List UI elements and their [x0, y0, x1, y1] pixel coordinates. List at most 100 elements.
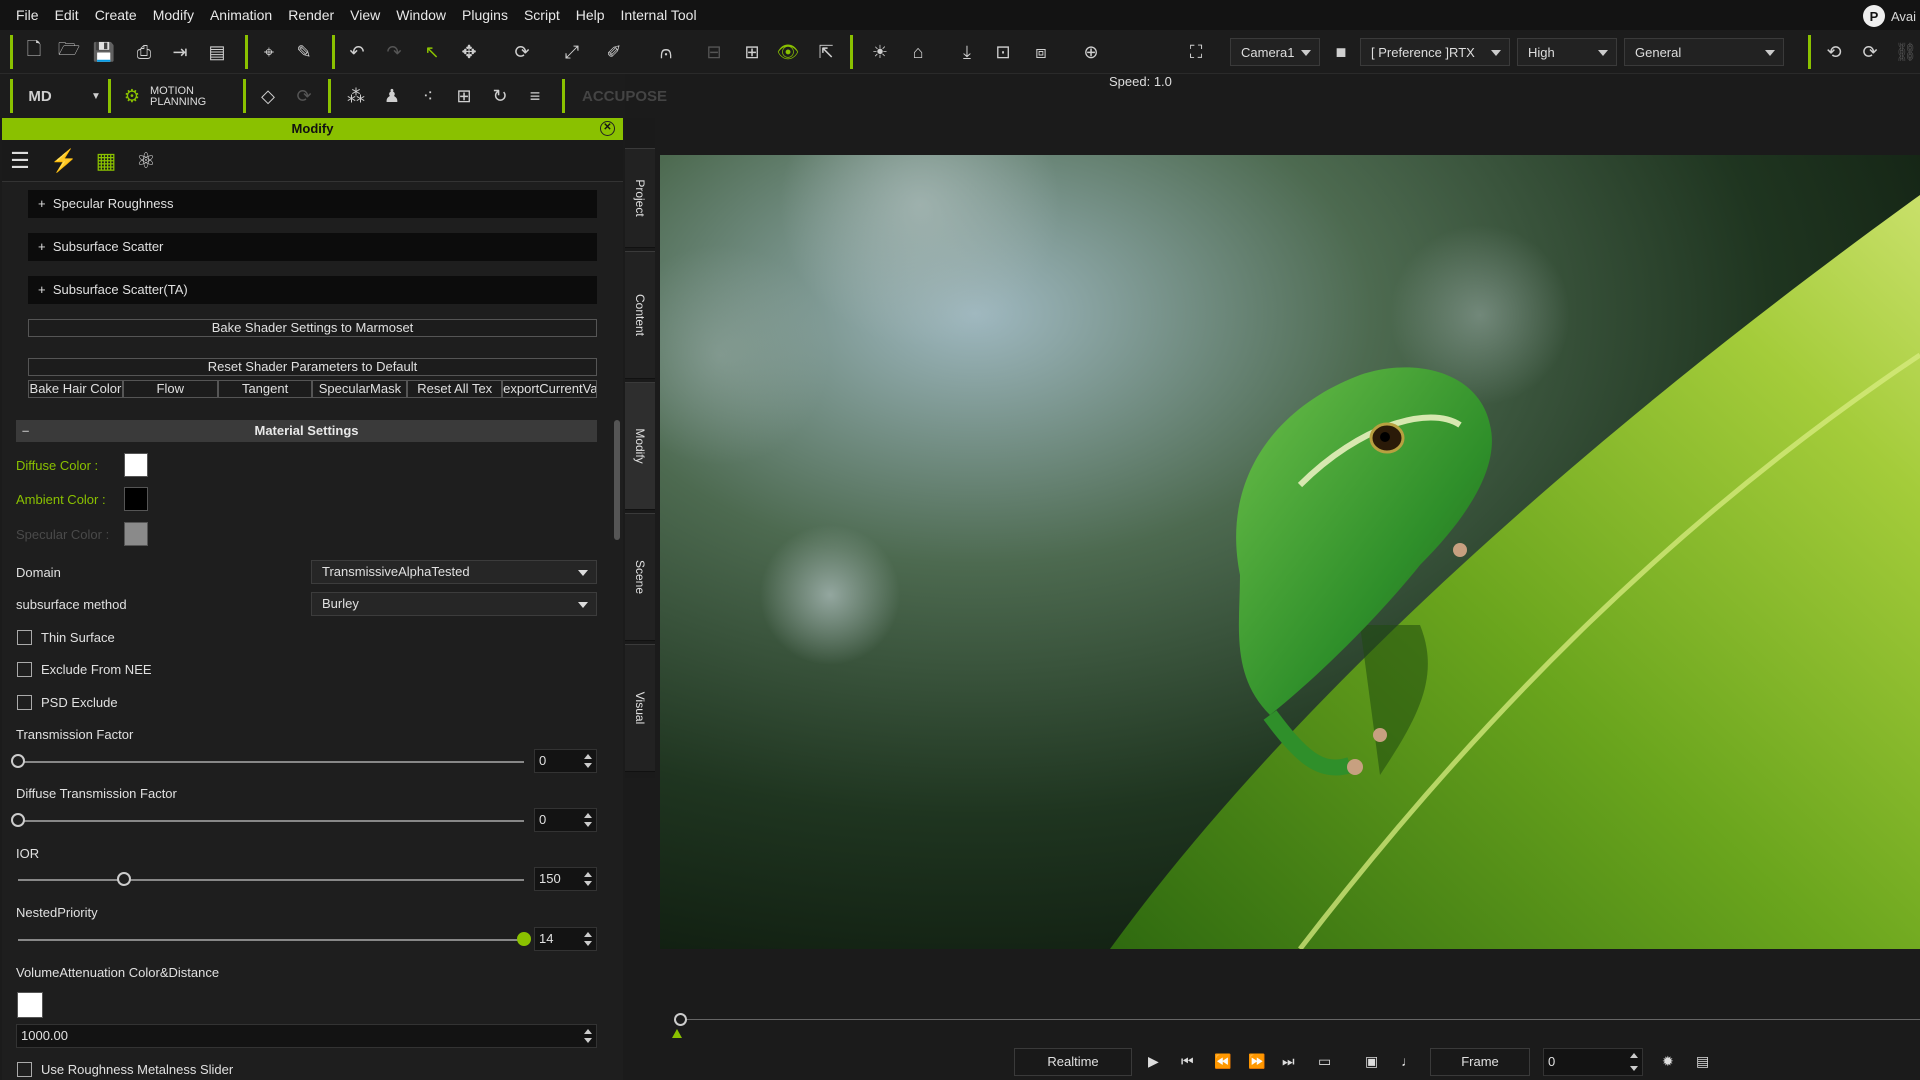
menu-edit[interactable]: Edit	[47, 0, 87, 30]
loop-icon[interactable]: ▭	[1318, 1053, 1331, 1070]
quality-dropdown[interactable]: High	[1517, 38, 1617, 66]
nested-priority-input[interactable]: 14	[534, 927, 597, 951]
motion-icon[interactable]: ⚡	[48, 146, 80, 176]
new-file-icon[interactable]: 🗋	[20, 38, 48, 66]
rotate-icon[interactable]: ⟳	[508, 38, 536, 66]
transmission-factor-input[interactable]: 0	[534, 749, 597, 773]
section-subsurface-scatter-ta[interactable]: + Subsurface Scatter(TA)	[28, 276, 597, 304]
bake-marmoset-button[interactable]: Bake Shader Settings to Marmoset	[28, 319, 597, 337]
frame-number-input[interactable]: 0	[1543, 1048, 1643, 1076]
drop-to-floor-icon[interactable]: ⤓	[953, 38, 981, 66]
reset-shader-button[interactable]: Reset Shader Parameters to Default	[28, 358, 597, 376]
ior-input[interactable]: 150	[534, 867, 597, 891]
magnet-icon[interactable]: ⩀	[652, 38, 680, 66]
realtime-button[interactable]: Realtime	[1014, 1048, 1132, 1076]
flow-button[interactable]: Flow	[122, 380, 218, 398]
diffuse-transmission-knob[interactable]	[11, 813, 25, 827]
move-icon[interactable]: ✥	[455, 38, 483, 66]
nested-priority-knob[interactable]	[517, 932, 531, 946]
menu-window[interactable]: Window	[388, 0, 454, 30]
distribute-icon[interactable]: ⊞	[738, 38, 766, 66]
md-logo-icon[interactable]: MD	[26, 82, 54, 110]
preference-dropdown[interactable]: [ Preference ]RTX	[1360, 38, 1510, 66]
menu-animation[interactable]: Animation	[202, 0, 280, 30]
target-icon[interactable]: ⊕	[1077, 38, 1105, 66]
nodes-icon[interactable]: ⁖	[414, 82, 442, 110]
transmission-factor-knob[interactable]	[11, 754, 25, 768]
menu-internal-tool[interactable]: Internal Tool	[613, 0, 705, 30]
accupose-label[interactable]: ACCUPOSE	[582, 88, 667, 105]
mode-dropdown[interactable]: General	[1624, 38, 1784, 66]
audio-icon[interactable]: ♩	[1401, 1053, 1415, 1069]
refresh-icon[interactable]: ⟳	[290, 82, 318, 110]
settings-icon[interactable]: ✹	[1662, 1053, 1674, 1070]
specular-mask-button[interactable]: SpecularMask	[312, 380, 408, 398]
timeline-track[interactable]	[680, 1019, 1920, 1020]
account-area[interactable]: P Avai	[1862, 5, 1916, 27]
tab-content[interactable]: Content	[625, 251, 655, 379]
camera-icon[interactable]: ■	[1327, 38, 1355, 66]
select-arrow-icon[interactable]: ↖	[418, 38, 446, 66]
spin-up-icon[interactable]	[584, 1029, 592, 1034]
pick-parent-icon[interactable]: ⇱	[812, 38, 840, 66]
scale-icon[interactable]: ⤢	[558, 38, 586, 66]
save-icon[interactable]: 💾	[90, 38, 118, 66]
grid-icon[interactable]: ⊞	[450, 82, 478, 110]
exclude-nee-checkbox[interactable]	[17, 662, 32, 677]
home-icon[interactable]: ⌂	[904, 38, 932, 66]
tangent-button[interactable]: Tangent	[217, 380, 313, 398]
spin-down-icon[interactable]	[584, 822, 592, 827]
import-icon[interactable]: ⇥	[166, 38, 194, 66]
go-end-icon[interactable]: ⏭	[1282, 1053, 1295, 1070]
redo-icon[interactable]: ↷	[380, 38, 408, 66]
menu-file[interactable]: File	[8, 0, 47, 30]
fit-view-icon[interactable]: ⊡	[989, 38, 1017, 66]
tab-scene[interactable]: Scene	[625, 513, 655, 641]
spin-up-icon[interactable]	[584, 813, 592, 818]
psd-exclude-checkbox[interactable]	[17, 695, 32, 710]
roughness-metalness-checkbox[interactable]	[17, 1062, 32, 1077]
go-start-icon[interactable]: ⏮	[1181, 1053, 1194, 1070]
lock-icon[interactable]: ⛓	[1892, 38, 1920, 66]
menu-modify[interactable]: Modify	[145, 0, 202, 30]
transform-tool-icon[interactable]: ⌖	[255, 38, 283, 66]
cycle-icon[interactable]: ↻	[486, 82, 514, 110]
spin-down-icon[interactable]	[584, 1038, 592, 1043]
spin-down-icon[interactable]	[584, 881, 592, 886]
atom-icon[interactable]: ⚛	[130, 146, 162, 176]
spin-down-icon[interactable]	[584, 763, 592, 768]
subsurface-method-select[interactable]: Burley	[311, 592, 597, 616]
light-icon[interactable]: ☀	[866, 38, 894, 66]
menu-create[interactable]: Create	[87, 0, 145, 30]
screenshot-icon[interactable]: ⛶	[1182, 38, 1210, 66]
reset-all-tex-button[interactable]: Reset All Tex	[407, 380, 503, 398]
subtitle-icon[interactable]: ▣	[1365, 1053, 1378, 1070]
menu-render[interactable]: Render	[280, 0, 342, 30]
nested-priority-track[interactable]	[18, 939, 524, 941]
spin-up-icon[interactable]	[584, 872, 592, 877]
next-frame-icon[interactable]: ⏩	[1248, 1053, 1265, 1070]
motion-planning-icon[interactable]: ⚙	[118, 82, 146, 110]
spin-up-icon[interactable]	[1630, 1053, 1638, 1058]
frame-mode-dropdown[interactable]: Frame	[1430, 1048, 1530, 1076]
group-icon[interactable]: ♟	[378, 82, 406, 110]
align-icon[interactable]: ⊟	[700, 38, 728, 66]
sliders-icon[interactable]: ≡	[521, 82, 549, 110]
spin-up-icon[interactable]	[584, 754, 592, 759]
spin-down-icon[interactable]	[584, 941, 592, 946]
spin-up-icon[interactable]	[584, 932, 592, 937]
3d-viewport[interactable]	[660, 155, 1920, 949]
close-icon[interactable]: ✕	[600, 121, 615, 136]
transmission-factor-track[interactable]	[18, 761, 524, 763]
diffuse-transmission-track[interactable]	[18, 820, 524, 822]
play-icon[interactable]: ▶	[1148, 1053, 1159, 1070]
export-icon[interactable]: ⎙	[130, 38, 158, 66]
tab-modify[interactable]: Modify	[625, 382, 655, 510]
fk-icon[interactable]: ⟳	[1856, 38, 1884, 66]
menu-script[interactable]: Script	[516, 0, 568, 30]
domain-select[interactable]: TransmissiveAlphaTested	[311, 560, 597, 584]
camera-dropdown[interactable]: Camera1	[1230, 38, 1320, 66]
undo-icon[interactable]: ↶	[343, 38, 371, 66]
material-settings-header[interactable]: – Material Settings	[16, 420, 597, 442]
section-specular-roughness[interactable]: + Specular Roughness	[28, 190, 597, 218]
